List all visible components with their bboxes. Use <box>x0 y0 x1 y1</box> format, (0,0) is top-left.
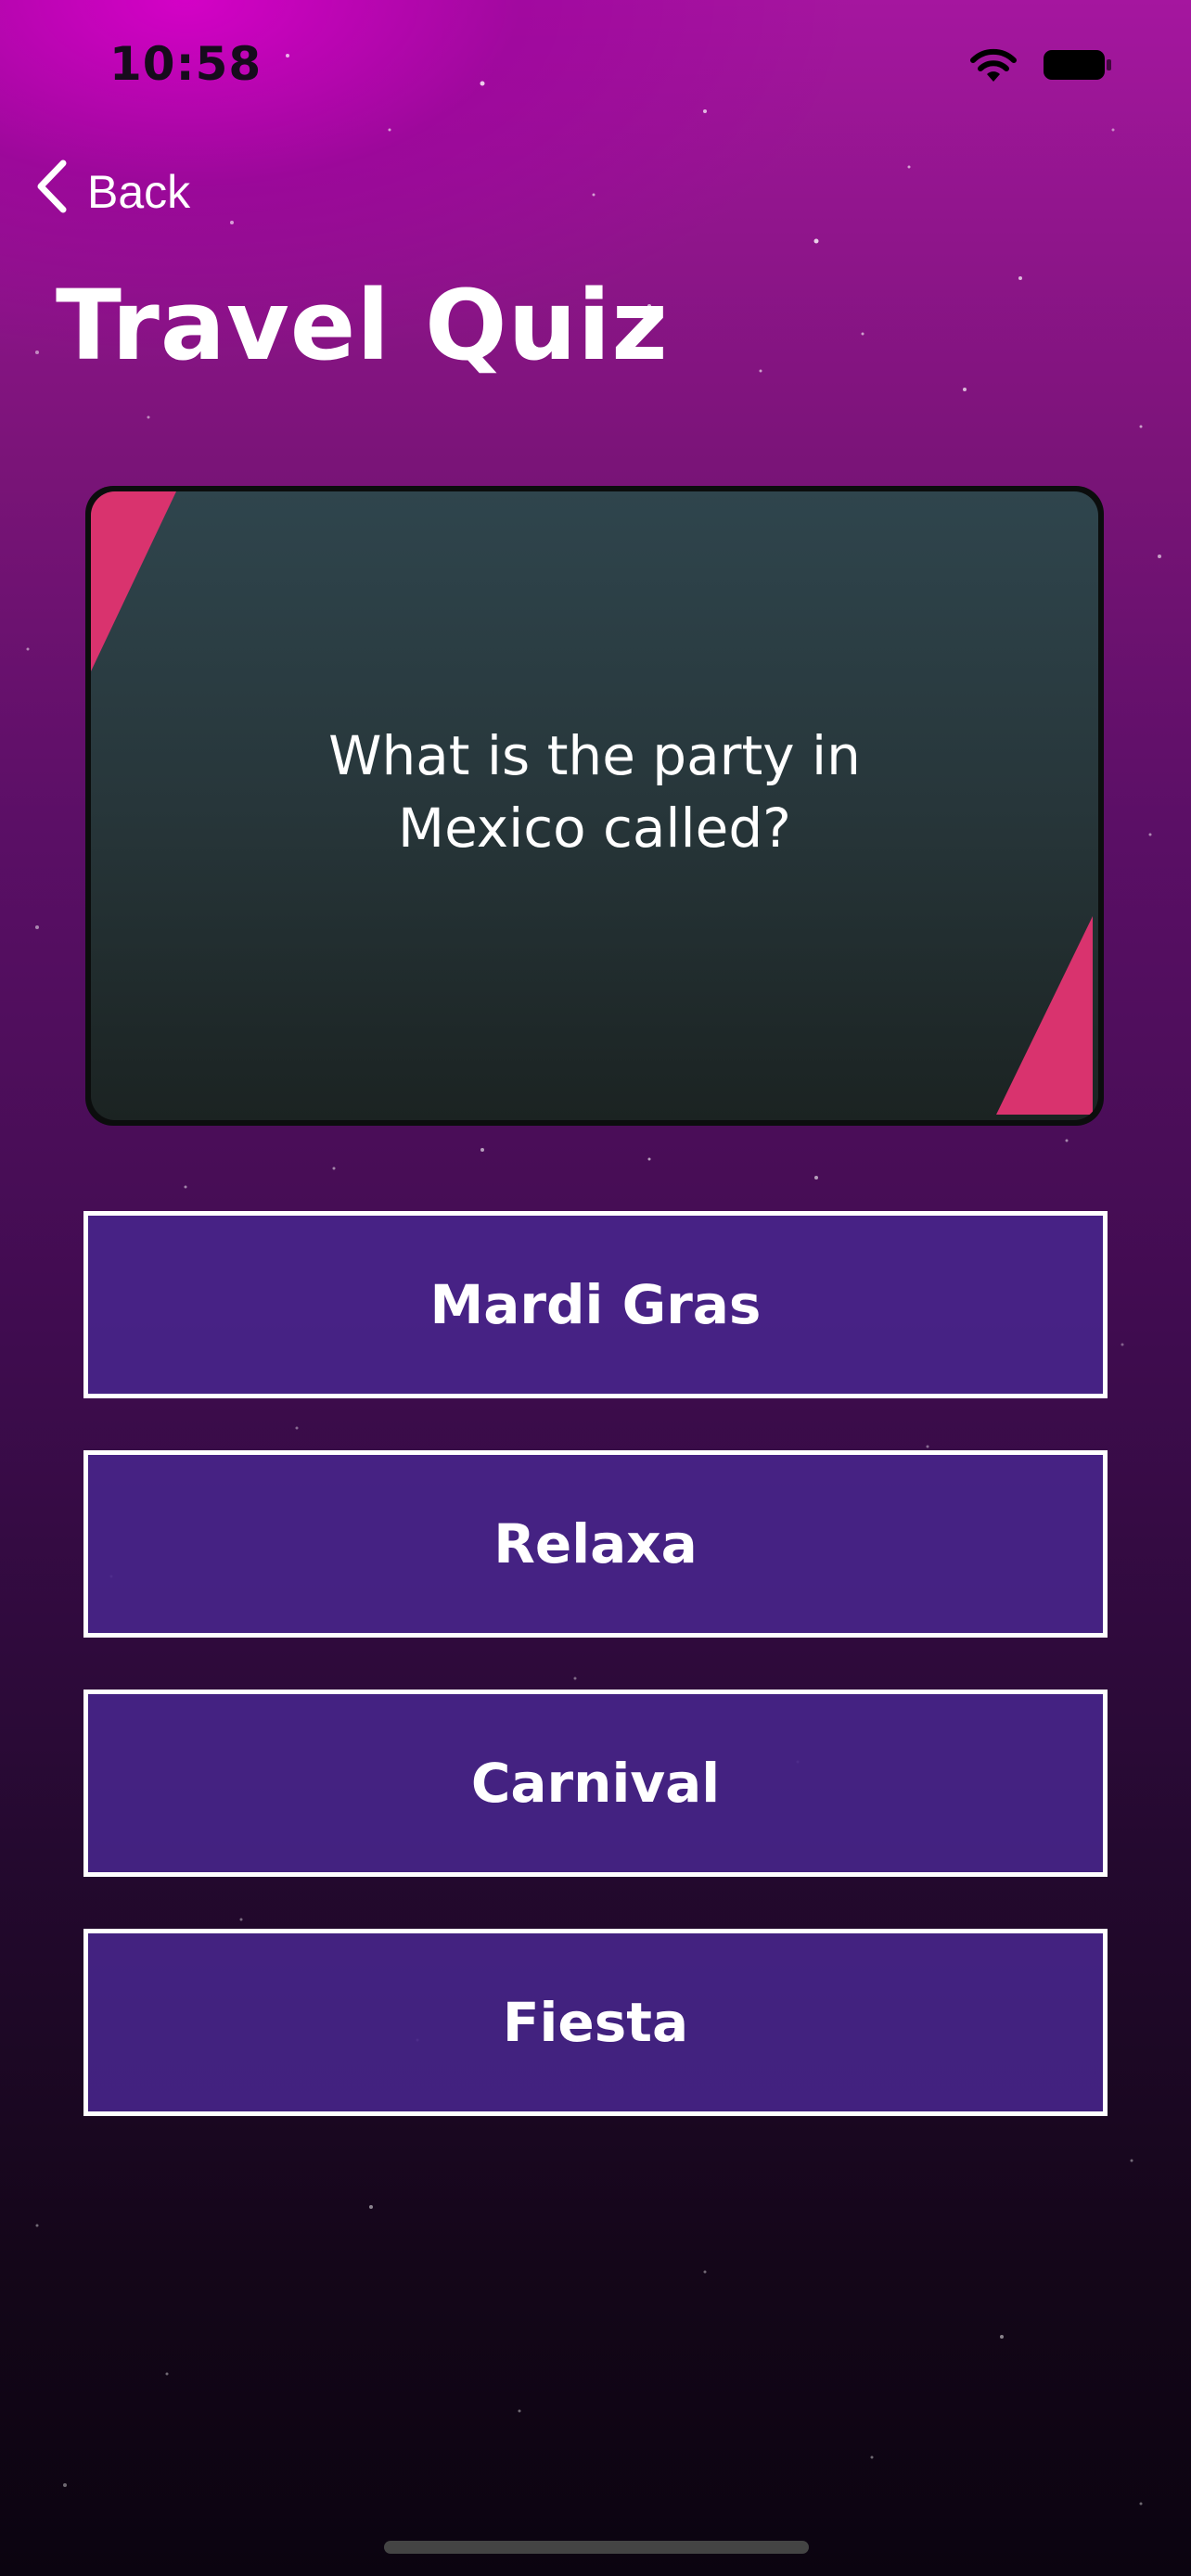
card-corner-accent-bottom-right <box>996 916 1093 1115</box>
battery-icon <box>1043 48 1113 85</box>
back-label: Back <box>87 166 191 218</box>
answer-button-mardi-gras[interactable]: Mardi Gras <box>83 1211 1108 1398</box>
answer-button-relaxa[interactable]: Relaxa <box>83 1450 1108 1638</box>
answer-button-fiesta[interactable]: Fiesta <box>83 1929 1108 2116</box>
question-card: What is the party in Mexico called? <box>85 486 1104 1126</box>
page-title: Travel Quiz <box>56 269 669 382</box>
chevron-left-icon <box>33 158 70 226</box>
home-indicator[interactable] <box>384 2541 809 2554</box>
question-text: What is the party in Mexico called? <box>328 724 861 860</box>
wifi-icon <box>968 46 1018 87</box>
status-bar-time: 10:58 <box>109 37 263 91</box>
answer-list: Mardi Gras Relaxa Carnival Fiesta <box>83 1211 1108 2168</box>
answer-button-carnival[interactable]: Carnival <box>83 1690 1108 1877</box>
status-bar-icons <box>968 46 1113 87</box>
back-button[interactable]: Back <box>33 158 190 226</box>
card-corner-accent-top-left <box>91 491 176 671</box>
